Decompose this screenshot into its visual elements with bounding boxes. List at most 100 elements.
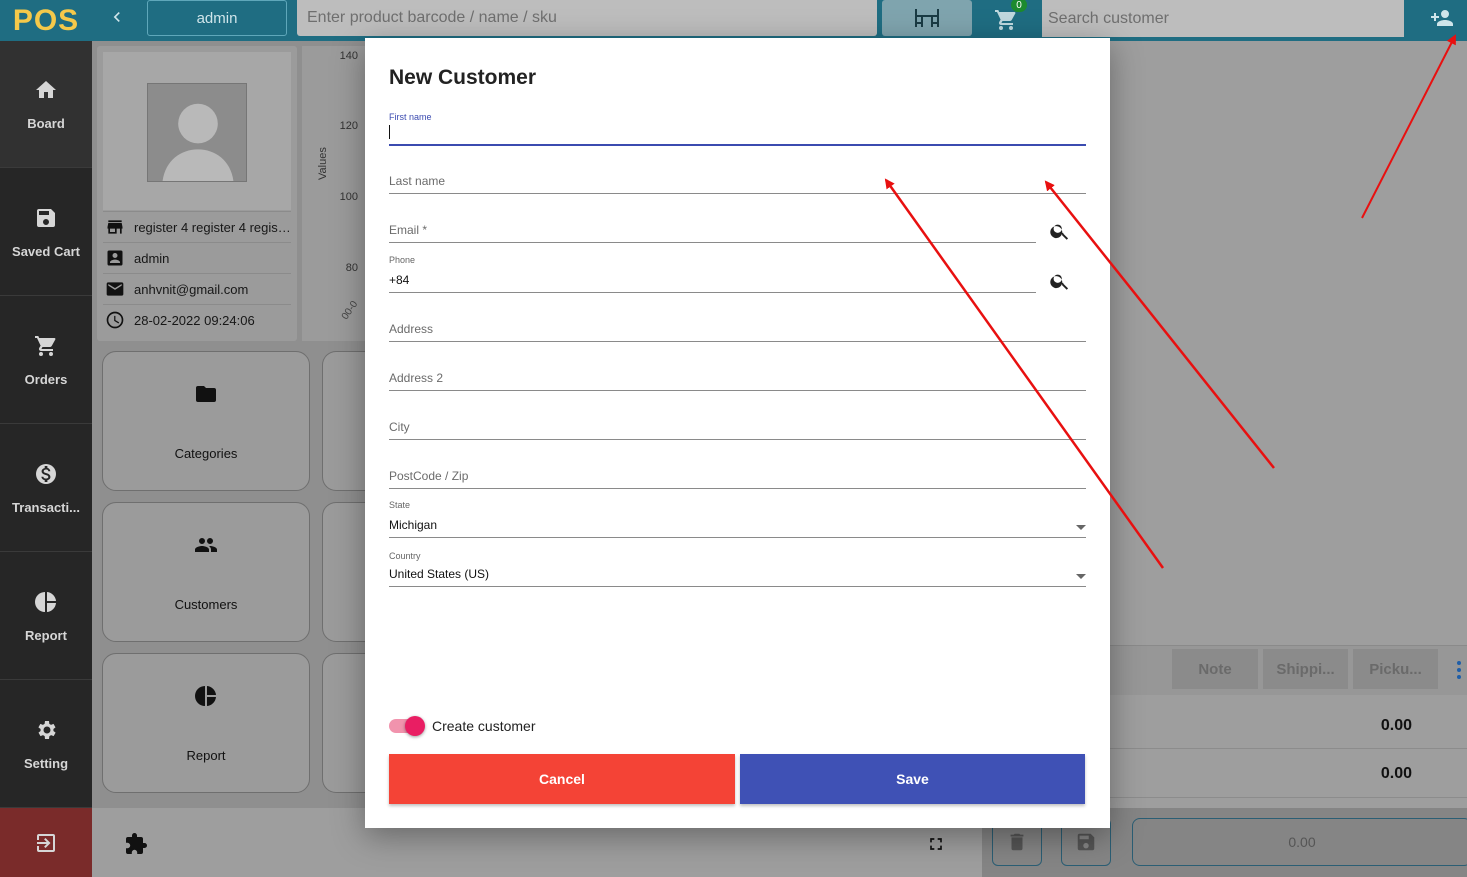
- table-button[interactable]: [882, 0, 972, 36]
- city-field[interactable]: City: [389, 410, 1086, 440]
- total-row: [1110, 750, 1467, 798]
- sidebar-item-saved-cart[interactable]: Saved Cart: [0, 169, 92, 296]
- save-icon: [1077, 833, 1095, 851]
- puzzle-icon: [126, 833, 147, 854]
- sidebar-item-report[interactable]: Report: [0, 553, 92, 680]
- sidebar-item-label: Report: [25, 627, 67, 643]
- session-datetime: 28-02-2022 09:24:06: [134, 312, 255, 328]
- checkout-button[interactable]: 0.00: [1132, 818, 1467, 866]
- toggle-label: Create customer: [432, 718, 536, 734]
- user-name: admin: [134, 250, 170, 266]
- last-name-field[interactable]: Last name: [389, 164, 1086, 194]
- email-search-button[interactable]: [1049, 220, 1071, 242]
- phone-field[interactable]: Phone +84: [389, 255, 1036, 293]
- sidebar-item-label: Board: [27, 115, 65, 131]
- sidebar-item-board[interactable]: Board: [0, 41, 92, 168]
- address-field[interactable]: Address: [389, 312, 1086, 342]
- first-name-field[interactable]: First name: [389, 112, 1086, 146]
- search-icon: [1050, 274, 1069, 290]
- y-tick-label: 80: [345, 262, 358, 274]
- cart-panel: [1110, 41, 1467, 645]
- clock-icon: [106, 311, 124, 329]
- field-label: Country: [389, 551, 421, 561]
- tile-label: Categories: [174, 445, 238, 461]
- field-label: Address: [389, 322, 434, 336]
- register-name: register 4 register 4 register 4: [134, 219, 291, 235]
- tab-shipping[interactable]: Shippi...: [1263, 649, 1348, 689]
- tab-pickup[interactable]: Picku...: [1353, 649, 1438, 689]
- field-label: State: [389, 500, 411, 510]
- profile-user: admin: [103, 242, 291, 273]
- field-value: +84: [389, 273, 410, 287]
- mail-icon: [106, 282, 124, 296]
- table-icon: [915, 9, 939, 27]
- state-select[interactable]: State Michigan: [389, 500, 1086, 538]
- text-cursor: [389, 125, 390, 139]
- y-tick-label: 140: [339, 50, 358, 62]
- sidebar-item-label: Orders: [24, 371, 68, 387]
- search-icon: [1050, 224, 1069, 240]
- field-label: Last name: [389, 174, 446, 188]
- dollar-icon: [36, 463, 56, 484]
- tile-categories[interactable]: Categories: [102, 351, 310, 491]
- toggle-knob[interactable]: [405, 716, 425, 736]
- avatar: [147, 83, 247, 182]
- phone-search-button[interactable]: [1049, 270, 1071, 292]
- person-add-icon: [1431, 10, 1453, 26]
- home-icon: [36, 80, 56, 98]
- field-label: City: [389, 420, 410, 434]
- dropdown-arrow-icon: [1076, 525, 1086, 530]
- plugin-button[interactable]: [124, 832, 150, 858]
- sidebar-item-setting[interactable]: Setting: [0, 681, 92, 808]
- profile-datetime: 28-02-2022 09:24:06: [103, 304, 291, 335]
- app-logo: POS: [0, 0, 92, 41]
- back-button[interactable]: [92, 0, 142, 34]
- fullscreen-icon: [930, 838, 942, 850]
- add-customer-button[interactable]: [1420, 4, 1464, 32]
- user-button[interactable]: admin: [147, 0, 287, 36]
- cancel-button[interactable]: Cancel: [389, 754, 735, 804]
- y-tick-label: 120: [339, 120, 358, 132]
- sidebar-item-transactions[interactable]: Transacti...: [0, 425, 92, 552]
- logout-button[interactable]: [0, 808, 92, 877]
- field-label: Address 2: [389, 371, 444, 385]
- postcode-field[interactable]: PostCode / Zip: [389, 459, 1086, 489]
- tab-note[interactable]: Note: [1172, 649, 1258, 689]
- field-value: Michigan: [389, 518, 438, 532]
- store-icon: [107, 220, 123, 234]
- gear-icon: [38, 720, 56, 739]
- tile-customers[interactable]: Customers: [102, 502, 310, 642]
- profile-email: anhvnit@gmail.com: [103, 273, 291, 304]
- user-email: anhvnit@gmail.com: [134, 281, 249, 297]
- trash-icon: [1010, 833, 1024, 851]
- dropdown-arrow-icon: [1076, 574, 1086, 579]
- subtotal-value: 0.00: [1380, 717, 1412, 734]
- sidebar-item-label: Setting: [23, 755, 69, 771]
- y-axis-label: Values: [317, 147, 329, 180]
- sidebar-item-label: Transacti...: [12, 499, 80, 515]
- people-icon: [195, 537, 217, 552]
- field-value: United States (US): [389, 567, 490, 581]
- dialog-title: New Customer: [389, 66, 537, 89]
- total-row: [1110, 701, 1467, 749]
- cart-icon: [995, 10, 1016, 30]
- sidebar-item-label: Saved Cart: [12, 243, 80, 259]
- sidebar-item-orders[interactable]: Orders: [0, 297, 92, 424]
- chevron-left-icon: [113, 12, 120, 22]
- pie-chart-icon: [35, 591, 56, 612]
- barcode-search-input[interactable]: Enter product barcode / name / sku: [297, 0, 877, 36]
- customer-search-input[interactable]: Search customer: [1042, 0, 1404, 37]
- folder-icon: [196, 385, 216, 402]
- country-select[interactable]: Country United States (US): [389, 551, 1086, 587]
- y-tick-label: 100: [339, 191, 358, 203]
- fullscreen-button[interactable]: [926, 834, 948, 856]
- address2-field[interactable]: Address 2: [389, 361, 1086, 391]
- tile-report[interactable]: Report: [102, 653, 310, 793]
- more-vert-icon[interactable]: [1452, 655, 1466, 685]
- save-button[interactable]: Save: [740, 754, 1085, 804]
- pie-chart-icon: [195, 685, 216, 706]
- tile-label: Report: [186, 747, 226, 763]
- email-field[interactable]: Email *: [389, 213, 1036, 243]
- total-value: 0.00: [1380, 765, 1412, 782]
- account-box-icon: [107, 250, 123, 266]
